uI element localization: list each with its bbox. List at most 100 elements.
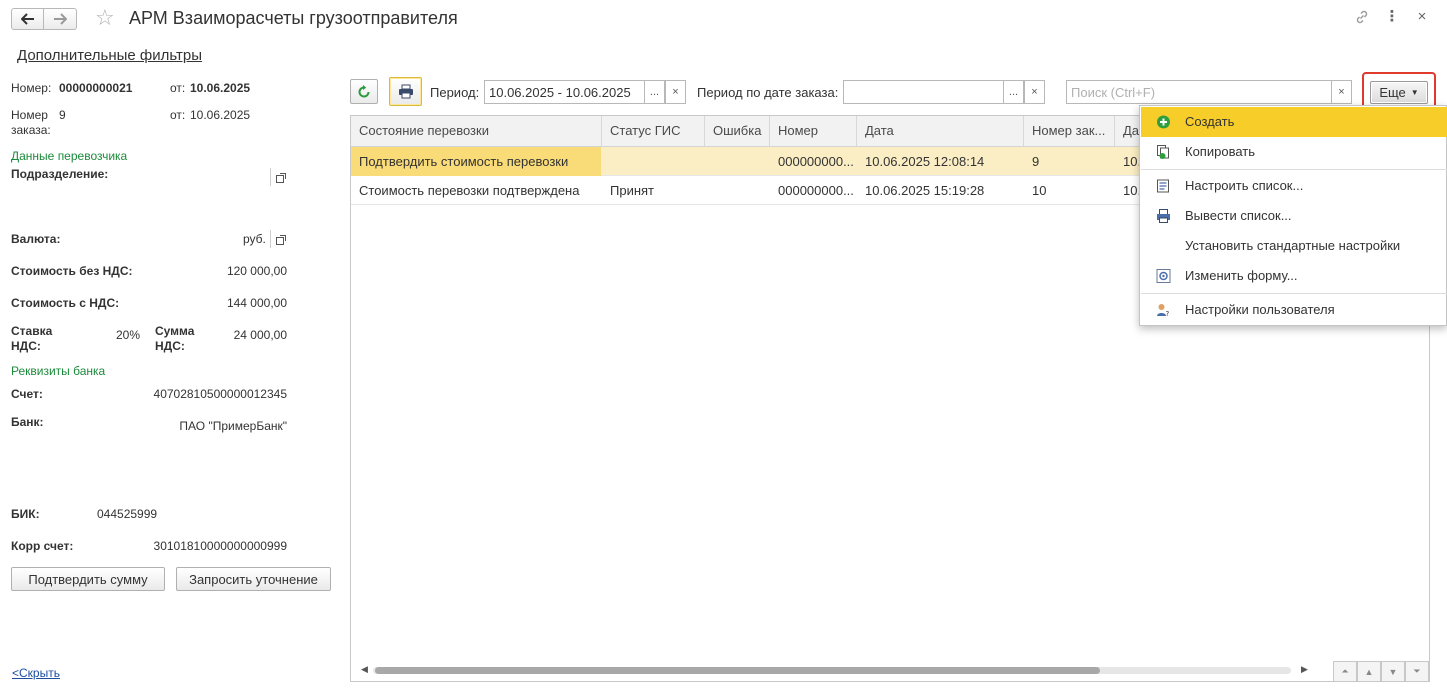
- column-header[interactable]: Статус ГИС: [602, 116, 705, 146]
- forward-button[interactable]: [44, 8, 77, 30]
- scrollbar-thumb[interactable]: [375, 667, 1100, 674]
- window-title: АРМ Взаиморасчеты грузоотправителя: [129, 8, 458, 28]
- corr-account-value: 30101810000000000999: [153, 539, 287, 553]
- table-cell[interactable]: 000000000...: [770, 176, 857, 205]
- arrow-right-icon: [54, 13, 67, 25]
- table-cell[interactable]: Принят: [602, 176, 705, 205]
- department-label: Подразделение:: [11, 167, 109, 181]
- column-header[interactable]: Номер зак...: [1024, 116, 1115, 146]
- table-cell[interactable]: 10: [1024, 176, 1115, 205]
- bik-value: 044525999: [97, 507, 158, 521]
- period-input[interactable]: 10.06.2025 - 10.06.2025: [484, 80, 645, 104]
- order-period-input[interactable]: [843, 80, 1004, 104]
- cost-no-vat-label: Стоимость без НДС:: [11, 264, 133, 278]
- menu-item-label: Копировать: [1185, 144, 1255, 159]
- scroll-left-icon[interactable]: ◀: [361, 664, 368, 675]
- scroll-right-icon[interactable]: ▶: [1301, 664, 1308, 675]
- horizontal-scrollbar[interactable]: ◀ ▶: [361, 664, 1308, 676]
- confirm-sum-button[interactable]: Подтвердить сумму: [11, 567, 165, 591]
- menu-item-create[interactable]: Создать: [1141, 107, 1447, 137]
- order-from-value: 10.06.2025: [190, 108, 251, 122]
- column-header[interactable]: Дата: [857, 116, 1024, 146]
- scroll-bottom-button[interactable]: ⏷: [1405, 661, 1429, 682]
- from-label: от:: [170, 81, 186, 95]
- print-list-icon: [1157, 209, 1170, 223]
- favorite-star-icon[interactable]: ☆: [95, 6, 115, 30]
- menu-separator: [1141, 169, 1447, 170]
- number-label: Номер:: [11, 81, 52, 95]
- menu-item-label: Создать: [1185, 114, 1235, 129]
- menu-item-label: Изменить форму...: [1185, 268, 1298, 283]
- more-menu: Создать Копировать Настроить список... В…: [1139, 105, 1447, 326]
- refresh-icon: [358, 84, 370, 97]
- from-value: 10.06.2025: [190, 81, 251, 95]
- open-currency-icon[interactable]: [276, 233, 286, 248]
- hide-panel-link[interactable]: <Скрыть: [12, 666, 60, 680]
- open-department-icon[interactable]: [276, 171, 286, 186]
- order-value: 9: [59, 108, 66, 122]
- table-cell[interactable]: Стоимость перевозки подтверждена: [351, 176, 602, 205]
- scroll-top-button[interactable]: ⏶: [1333, 661, 1357, 682]
- user-settings-icon: ?: [1157, 304, 1170, 317]
- scroll-up-button[interactable]: ▲: [1357, 661, 1381, 682]
- menu-item-user-settings[interactable]: ? Настройки пользователя: [1141, 295, 1447, 325]
- menu-item-output-list[interactable]: Вывести список...: [1141, 201, 1447, 231]
- more-button-label: Еще: [1379, 85, 1406, 100]
- svg-text:?: ?: [1166, 310, 1170, 317]
- table-cell[interactable]: 10.06.2025 12:08:14: [857, 147, 1024, 176]
- more-button[interactable]: Еще ▼: [1370, 81, 1428, 104]
- plus-circle-icon: [1157, 115, 1170, 129]
- arrow-left-icon: [20, 13, 34, 25]
- more-vertical-icon[interactable]: ⋮: [1382, 7, 1402, 25]
- table-cell[interactable]: [705, 176, 770, 205]
- menu-item-change-form[interactable]: Изменить форму...: [1141, 261, 1447, 291]
- back-button[interactable]: [11, 8, 44, 30]
- list-settings-icon: [1157, 179, 1169, 193]
- vat-sum-label: Сумма: [155, 324, 195, 338]
- column-header[interactable]: Ошибка: [705, 116, 770, 146]
- order-label-2: заказа:: [11, 123, 51, 137]
- print-button[interactable]: [389, 77, 422, 106]
- divider: [270, 230, 271, 248]
- table-cell[interactable]: 10.06.2025 15:19:28: [857, 176, 1024, 205]
- vat-rate-value: 20%: [116, 328, 141, 342]
- table-cell[interactable]: Подтвердить стоимость перевозки: [351, 147, 601, 176]
- table-cell[interactable]: 000000000...: [770, 147, 857, 176]
- account-label: Счет:: [11, 387, 43, 401]
- column-header[interactable]: Номер: [770, 116, 857, 146]
- table-cell[interactable]: [705, 147, 770, 176]
- order-period-clear-button[interactable]: ×: [1024, 80, 1045, 104]
- menu-item-label: Настроить список...: [1185, 178, 1304, 193]
- carrier-section-title: Данные перевозчика: [11, 149, 128, 163]
- corr-account-label: Корр счет:: [11, 539, 74, 553]
- order-period-select-button[interactable]: ...: [1003, 80, 1024, 104]
- period-label: Период:: [430, 85, 480, 100]
- search-clear-button[interactable]: ×: [1331, 80, 1352, 104]
- cost-vat-label: Стоимость с НДС:: [11, 296, 120, 310]
- scroll-top-icon: ⏶: [1341, 666, 1349, 676]
- request-clarification-button[interactable]: Запросить уточнение: [176, 567, 331, 591]
- table-cell[interactable]: 9: [1024, 147, 1115, 176]
- vat-sum-value: 24 000,00: [233, 328, 287, 342]
- menu-item-standard-settings[interactable]: Установить стандартные настройки: [1141, 231, 1447, 261]
- scroll-down-button[interactable]: ▼: [1381, 661, 1405, 682]
- period-clear-button[interactable]: ×: [665, 80, 686, 104]
- search-input[interactable]: Поиск (Ctrl+F): [1066, 80, 1332, 104]
- table-cell[interactable]: [602, 147, 705, 176]
- column-header[interactable]: Состояние перевозки: [351, 116, 602, 146]
- extra-filters-link[interactable]: Дополнительные фильтры: [17, 47, 202, 64]
- bik-label: БИК:: [11, 507, 40, 521]
- bank-value: ПАО "ПримерБанк": [179, 419, 287, 433]
- menu-item-copy[interactable]: Копировать: [1141, 137, 1447, 167]
- menu-item-configure-list[interactable]: Настроить список...: [1141, 171, 1447, 201]
- link-icon[interactable]: [1352, 9, 1372, 29]
- refresh-button[interactable]: [350, 79, 378, 104]
- cost-no-vat-value: 120 000,00: [226, 264, 287, 278]
- cost-vat-value: 144 000,00: [226, 296, 287, 310]
- currency-label: Валюта:: [11, 232, 61, 246]
- close-icon[interactable]: ×: [1412, 8, 1432, 25]
- order-label: Номер: [11, 108, 48, 122]
- menu-separator: [1141, 293, 1447, 294]
- period-select-button[interactable]: ...: [644, 80, 665, 104]
- title-bar: ☆ АРМ Взаиморасчеты грузоотправителя ⋮ ×: [0, 0, 1447, 38]
